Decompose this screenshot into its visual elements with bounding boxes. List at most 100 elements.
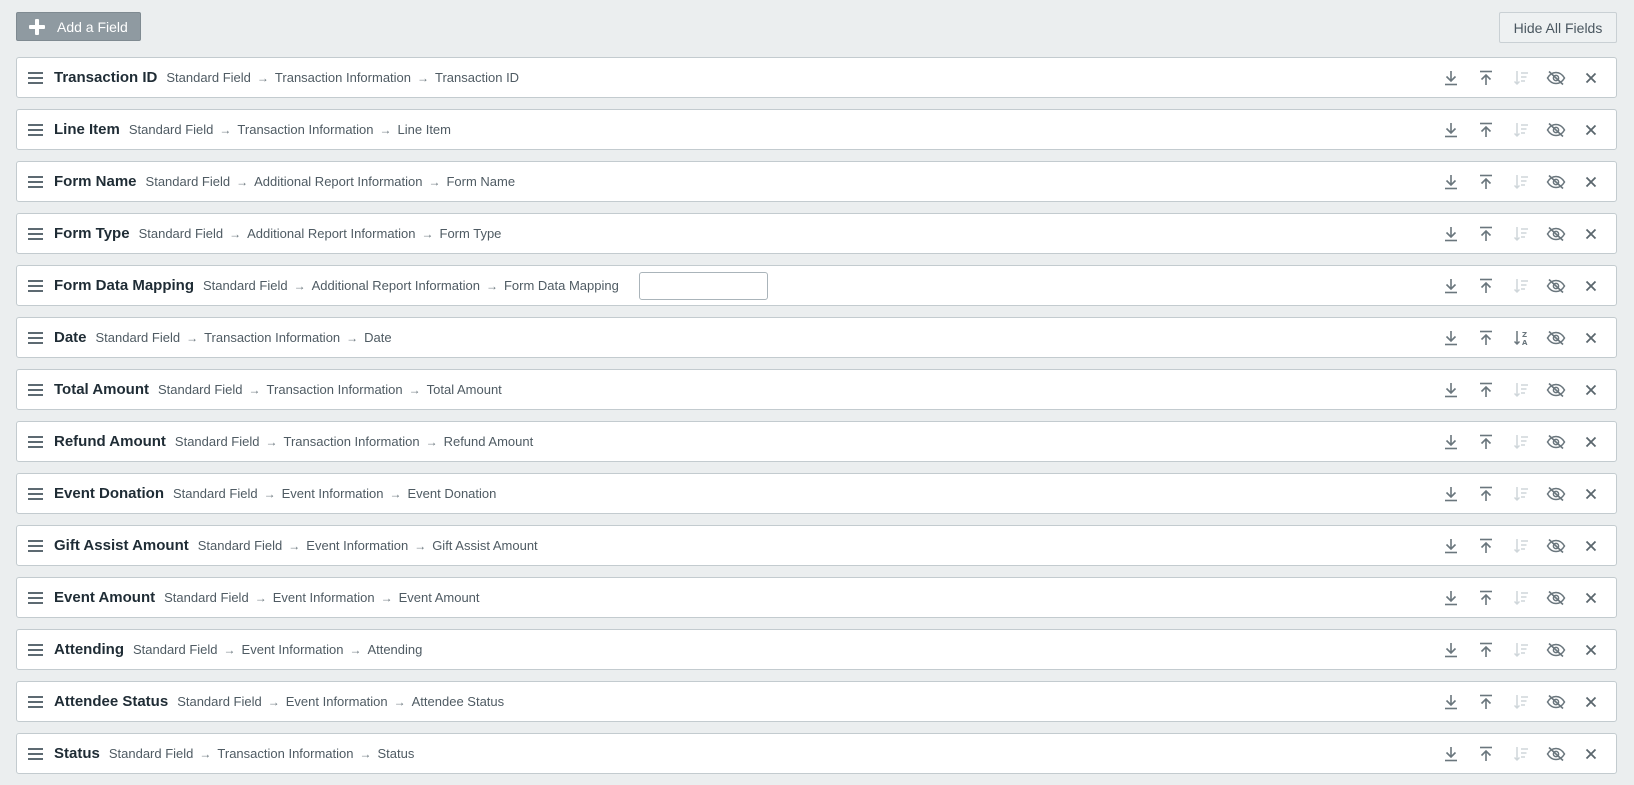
remove-field-button[interactable] xyxy=(1573,526,1608,565)
move-to-top-button[interactable] xyxy=(1468,734,1503,773)
hide-field-button[interactable] xyxy=(1538,630,1573,669)
drag-handle-icon[interactable] xyxy=(28,695,43,708)
drag-handle-icon[interactable] xyxy=(28,539,43,552)
hide-field-button[interactable] xyxy=(1538,58,1573,97)
move-to-top-button[interactable] xyxy=(1468,318,1503,357)
remove-field-button[interactable] xyxy=(1573,214,1608,253)
move-to-bottom-button[interactable] xyxy=(1433,110,1468,149)
drag-handle-icon[interactable] xyxy=(28,71,43,84)
hide-field-button[interactable] xyxy=(1538,526,1573,565)
remove-field-button[interactable] xyxy=(1573,110,1608,149)
drag-handle-icon[interactable] xyxy=(28,331,43,344)
drag-handle-icon[interactable] xyxy=(28,279,43,292)
eye-off-icon xyxy=(1546,278,1566,294)
sort-button[interactable] xyxy=(1503,630,1538,669)
sort-button[interactable] xyxy=(1503,110,1538,149)
remove-field-button[interactable] xyxy=(1573,734,1608,773)
remove-field-button[interactable] xyxy=(1573,630,1608,669)
hide-field-button[interactable] xyxy=(1538,162,1573,201)
move-to-bottom-button[interactable] xyxy=(1433,526,1468,565)
eye-off-icon xyxy=(1546,434,1566,450)
move-to-top-button[interactable] xyxy=(1468,370,1503,409)
move-to-bottom-button[interactable] xyxy=(1433,162,1468,201)
drag-handle-icon[interactable] xyxy=(28,383,43,396)
sort-button[interactable] xyxy=(1503,526,1538,565)
eye-off-icon xyxy=(1546,642,1566,658)
sort-button[interactable]: ZA xyxy=(1503,318,1538,357)
remove-field-button[interactable] xyxy=(1573,58,1608,97)
hide-field-button[interactable] xyxy=(1538,110,1573,149)
field-path: Standard Field → Event Information → Attendi… xyxy=(133,642,422,657)
move-to-top-button[interactable] xyxy=(1468,110,1503,149)
move-to-top-button[interactable] xyxy=(1468,578,1503,617)
move-to-bottom-button[interactable] xyxy=(1433,370,1468,409)
move-to-bottom-button[interactable] xyxy=(1433,734,1468,773)
hide-field-button[interactable] xyxy=(1538,214,1573,253)
hide-field-button[interactable] xyxy=(1538,318,1573,357)
move-to-bottom-button[interactable] xyxy=(1433,318,1468,357)
hide-field-button[interactable] xyxy=(1538,474,1573,513)
move-to-top-button[interactable] xyxy=(1468,214,1503,253)
field-label-input[interactable] xyxy=(638,271,768,300)
move-to-bottom-button[interactable] xyxy=(1433,58,1468,97)
sort-button[interactable] xyxy=(1503,422,1538,461)
field-path: Standard Field → Additional Report Informa… xyxy=(146,174,516,189)
remove-field-button[interactable] xyxy=(1573,318,1608,357)
move-to-bottom-button[interactable] xyxy=(1433,266,1468,305)
hide-field-button[interactable] xyxy=(1538,266,1573,305)
move-to-top-button[interactable] xyxy=(1468,58,1503,97)
move-to-bottom-button[interactable] xyxy=(1433,630,1468,669)
move-to-top-button[interactable] xyxy=(1468,630,1503,669)
sort-button[interactable] xyxy=(1503,682,1538,721)
sort-button[interactable] xyxy=(1503,578,1538,617)
move-to-top-button[interactable] xyxy=(1468,162,1503,201)
move-to-top-button[interactable] xyxy=(1468,526,1503,565)
add-field-button[interactable]: Add a Field xyxy=(16,12,141,41)
drag-handle-icon[interactable] xyxy=(28,643,43,656)
field-path: Standard Field → Transaction Information → L… xyxy=(129,122,451,137)
move-to-bottom-button[interactable] xyxy=(1433,214,1468,253)
field-path: Standard Field → Transaction Information → R… xyxy=(175,434,533,449)
arrow-right-icon: → xyxy=(263,486,276,501)
remove-field-button[interactable] xyxy=(1573,266,1608,305)
hide-all-fields-button[interactable]: Hide All Fields xyxy=(1499,12,1617,43)
eye-off-icon xyxy=(1546,486,1566,502)
move-to-bottom-button[interactable] xyxy=(1433,474,1468,513)
hide-field-button[interactable] xyxy=(1538,578,1573,617)
move-to-top-button[interactable] xyxy=(1468,422,1503,461)
move-to-bottom-button[interactable] xyxy=(1433,422,1468,461)
drag-handle-icon[interactable] xyxy=(28,487,43,500)
remove-field-button[interactable] xyxy=(1573,474,1608,513)
hide-field-button[interactable] xyxy=(1538,682,1573,721)
sort-button[interactable] xyxy=(1503,214,1538,253)
drag-handle-icon[interactable] xyxy=(28,175,43,188)
sort-button[interactable] xyxy=(1503,162,1538,201)
sort-button[interactable] xyxy=(1503,474,1538,513)
sort-icon xyxy=(1513,122,1529,138)
path-segment: Event Information xyxy=(306,538,409,553)
remove-field-button[interactable] xyxy=(1573,682,1608,721)
hide-field-button[interactable] xyxy=(1538,422,1573,461)
sort-button[interactable] xyxy=(1503,734,1538,773)
sort-button[interactable] xyxy=(1503,266,1538,305)
sort-button[interactable] xyxy=(1503,370,1538,409)
drag-handle-icon[interactable] xyxy=(28,227,43,240)
move-to-bottom-button[interactable] xyxy=(1433,578,1468,617)
sort-button[interactable] xyxy=(1503,58,1538,97)
move-to-top-button[interactable] xyxy=(1468,266,1503,305)
remove-field-button[interactable] xyxy=(1573,578,1608,617)
drag-handle-icon[interactable] xyxy=(28,747,43,760)
drag-handle-icon[interactable] xyxy=(28,591,43,604)
move-to-top-button[interactable] xyxy=(1468,682,1503,721)
hide-field-button[interactable] xyxy=(1538,370,1573,409)
drag-handle-icon[interactable] xyxy=(28,435,43,448)
move-to-top-button[interactable] xyxy=(1468,474,1503,513)
move-to-bottom-button[interactable] xyxy=(1433,682,1468,721)
path-segment: Standard Field xyxy=(166,70,251,85)
remove-field-button[interactable] xyxy=(1573,162,1608,201)
hide-field-button[interactable] xyxy=(1538,734,1573,773)
drag-handle-icon[interactable] xyxy=(28,123,43,136)
path-segment: Standard Field xyxy=(177,694,262,709)
remove-field-button[interactable] xyxy=(1573,422,1608,461)
remove-field-button[interactable] xyxy=(1573,370,1608,409)
